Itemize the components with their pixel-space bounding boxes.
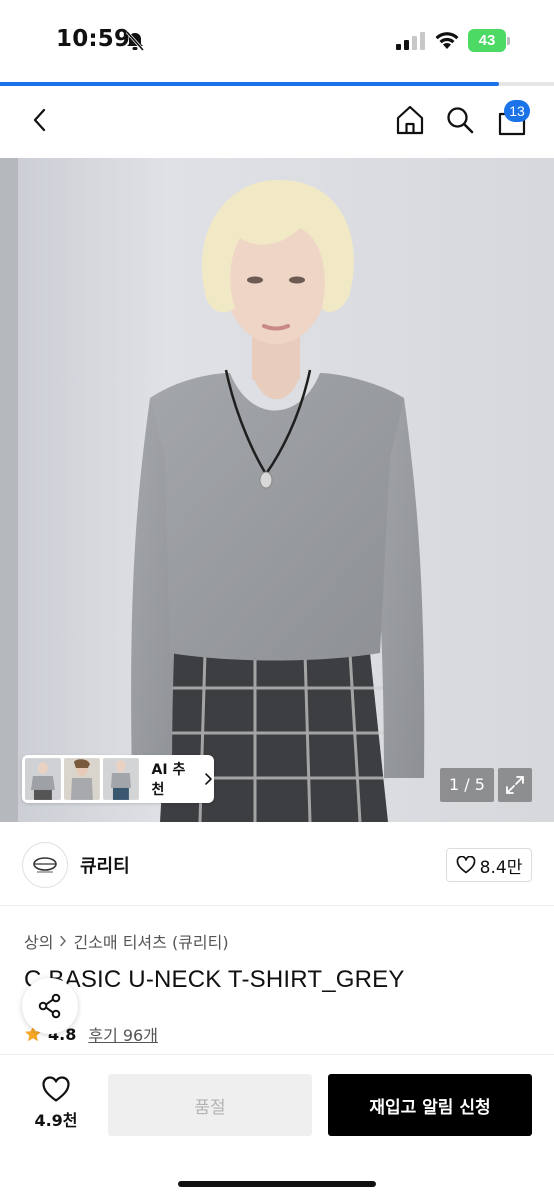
nav-bar: 13: [0, 86, 554, 158]
restock-alert-button[interactable]: 재입고 알림 신청: [328, 1074, 532, 1136]
cart-count-badge: 13: [504, 100, 530, 122]
chevron-left-icon: [33, 108, 46, 132]
brand-like-count: 8.4만: [479, 857, 523, 878]
brand-row: 큐리티 8.4만: [0, 822, 554, 906]
back-button[interactable]: [20, 100, 60, 140]
brand-logo-icon: [33, 857, 57, 873]
wishlist-count: 4.9천: [34, 1111, 78, 1130]
product-photo: [0, 158, 554, 822]
home-icon: [396, 105, 424, 135]
battery-indicator: 43: [468, 29, 510, 52]
product-title: C BASIC U-NECK T-SHIRT_GREY: [24, 966, 405, 993]
expand-button[interactable]: [498, 768, 532, 802]
wishlist-button[interactable]: 4.9천: [30, 1075, 82, 1139]
share-icon: [38, 993, 61, 1019]
signal-icon: [396, 32, 425, 50]
status-time: 10:59: [56, 26, 131, 52]
image-page-indicator: 1 / 5: [440, 768, 494, 802]
expand-icon: [506, 776, 524, 794]
review-count-link[interactable]: 후기 96개: [88, 1022, 158, 1046]
share-button[interactable]: [22, 978, 78, 1034]
search-icon: [447, 107, 474, 134]
bell-off-icon: [125, 31, 145, 51]
chevron-right-icon: [205, 773, 212, 785]
breadcrumb: 상의 긴소매 티셔츠 (큐리티): [24, 929, 229, 953]
breadcrumb-subcategory[interactable]: 긴소매 티셔츠 (큐리티): [73, 929, 228, 953]
soldout-button: 품절: [108, 1074, 312, 1136]
heart-icon: [42, 1076, 70, 1102]
ai-thumbnail-2: [63, 758, 100, 800]
ai-recommendation-label: AI 추천: [151, 762, 186, 798]
battery-cap: [507, 37, 510, 45]
battery-level: 43: [468, 29, 506, 52]
brand-name[interactable]: 큐리티: [80, 852, 130, 878]
heart-icon: [456, 856, 476, 874]
bottom-action-bar: 4.9천 품절 재입고 알림 신청: [0, 1054, 554, 1200]
ai-recommendation-button[interactable]: AI 추천: [22, 755, 214, 803]
chevron-right-icon: [60, 935, 67, 947]
status-bar: 10:59 43: [0, 0, 554, 80]
brand-like-button[interactable]: 8.4만: [446, 848, 532, 882]
wifi-icon: [435, 32, 459, 49]
home-indicator: [178, 1181, 376, 1187]
ai-thumbnail-3: [102, 758, 139, 800]
breadcrumb-category[interactable]: 상의: [24, 929, 53, 953]
product-image-gallery[interactable]: 1 / 5: [0, 158, 554, 822]
home-button[interactable]: [390, 100, 430, 140]
search-button[interactable]: [440, 100, 480, 140]
ai-thumbnail-1: [25, 758, 61, 800]
brand-logo[interactable]: [22, 842, 68, 888]
